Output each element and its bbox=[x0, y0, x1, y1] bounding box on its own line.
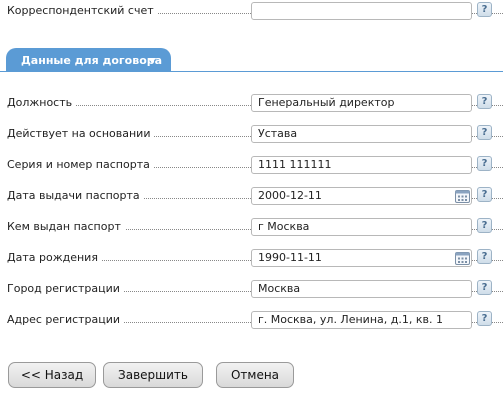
back-button[interactable]: << Назад bbox=[8, 362, 96, 388]
help-icon[interactable]: ? bbox=[477, 311, 492, 326]
field-row-birth-date: Дата рождения 1990-11-11 ? bbox=[0, 249, 503, 269]
correspondent-account-input[interactable] bbox=[251, 2, 472, 20]
field-label: Действует на основании bbox=[7, 127, 155, 140]
field-label: Адрес регистрации bbox=[7, 313, 125, 326]
field-row-position: Должность Генеральный директор ? bbox=[0, 94, 503, 114]
help-icon[interactable]: ? bbox=[477, 249, 492, 264]
field-row-passport-issued-by: Кем выдан паспорт г Москва ? bbox=[0, 218, 503, 238]
field-label: Дата выдачи паспорта bbox=[7, 189, 144, 202]
help-icon[interactable]: ? bbox=[477, 187, 492, 202]
help-icon[interactable]: ? bbox=[477, 2, 492, 17]
field-row-correspondent-account: Корреспондентский счет ? bbox=[0, 2, 503, 22]
help-icon[interactable]: ? bbox=[477, 156, 492, 171]
section-tab-contract-data[interactable]: Данные для договора bbox=[6, 48, 171, 72]
field-label: Дата рождения bbox=[7, 251, 102, 264]
passport-issued-by-input[interactable]: г Москва bbox=[251, 218, 472, 236]
chevron-down-icon bbox=[148, 58, 156, 63]
help-icon[interactable]: ? bbox=[477, 218, 492, 233]
finish-button[interactable]: Завершить bbox=[103, 362, 203, 388]
section-title: Данные для договора bbox=[21, 54, 163, 67]
passport-issue-date-input[interactable]: 2000-12-11 bbox=[251, 187, 472, 205]
position-input[interactable]: Генеральный директор bbox=[251, 94, 472, 112]
help-icon[interactable]: ? bbox=[477, 125, 492, 140]
field-label: Город регистрации bbox=[7, 282, 124, 295]
field-label: Серия и номер паспорта bbox=[7, 158, 154, 171]
help-icon[interactable]: ? bbox=[477, 94, 492, 109]
passport-number-input[interactable]: 1111 111111 bbox=[251, 156, 472, 174]
cancel-button[interactable]: Отмена bbox=[216, 362, 294, 388]
field-label: Должность bbox=[7, 96, 77, 109]
basis-input[interactable]: Устава bbox=[251, 125, 472, 143]
field-label: Корреспондентский счет bbox=[7, 4, 158, 17]
calendar-icon[interactable] bbox=[455, 251, 470, 265]
field-row-basis: Действует на основании Устава ? bbox=[0, 125, 503, 145]
field-label: Кем выдан паспорт bbox=[7, 220, 125, 233]
help-icon[interactable]: ? bbox=[477, 280, 492, 295]
birth-date-input[interactable]: 1990-11-11 bbox=[251, 249, 472, 267]
field-row-registration-address: Адрес регистрации г. Москва, ул. Ленина,… bbox=[0, 311, 503, 331]
field-row-registration-city: Город регистрации Москва ? bbox=[0, 280, 503, 300]
registration-city-input[interactable]: Москва bbox=[251, 280, 472, 298]
calendar-icon[interactable] bbox=[455, 189, 470, 203]
field-row-passport-number: Серия и номер паспорта 1111 111111 ? bbox=[0, 156, 503, 176]
registration-address-input[interactable]: г. Москва, ул. Ленина, д.1, кв. 1 bbox=[251, 311, 472, 329]
field-row-passport-issue-date: Дата выдачи паспорта 2000-12-11 ? bbox=[0, 187, 503, 207]
